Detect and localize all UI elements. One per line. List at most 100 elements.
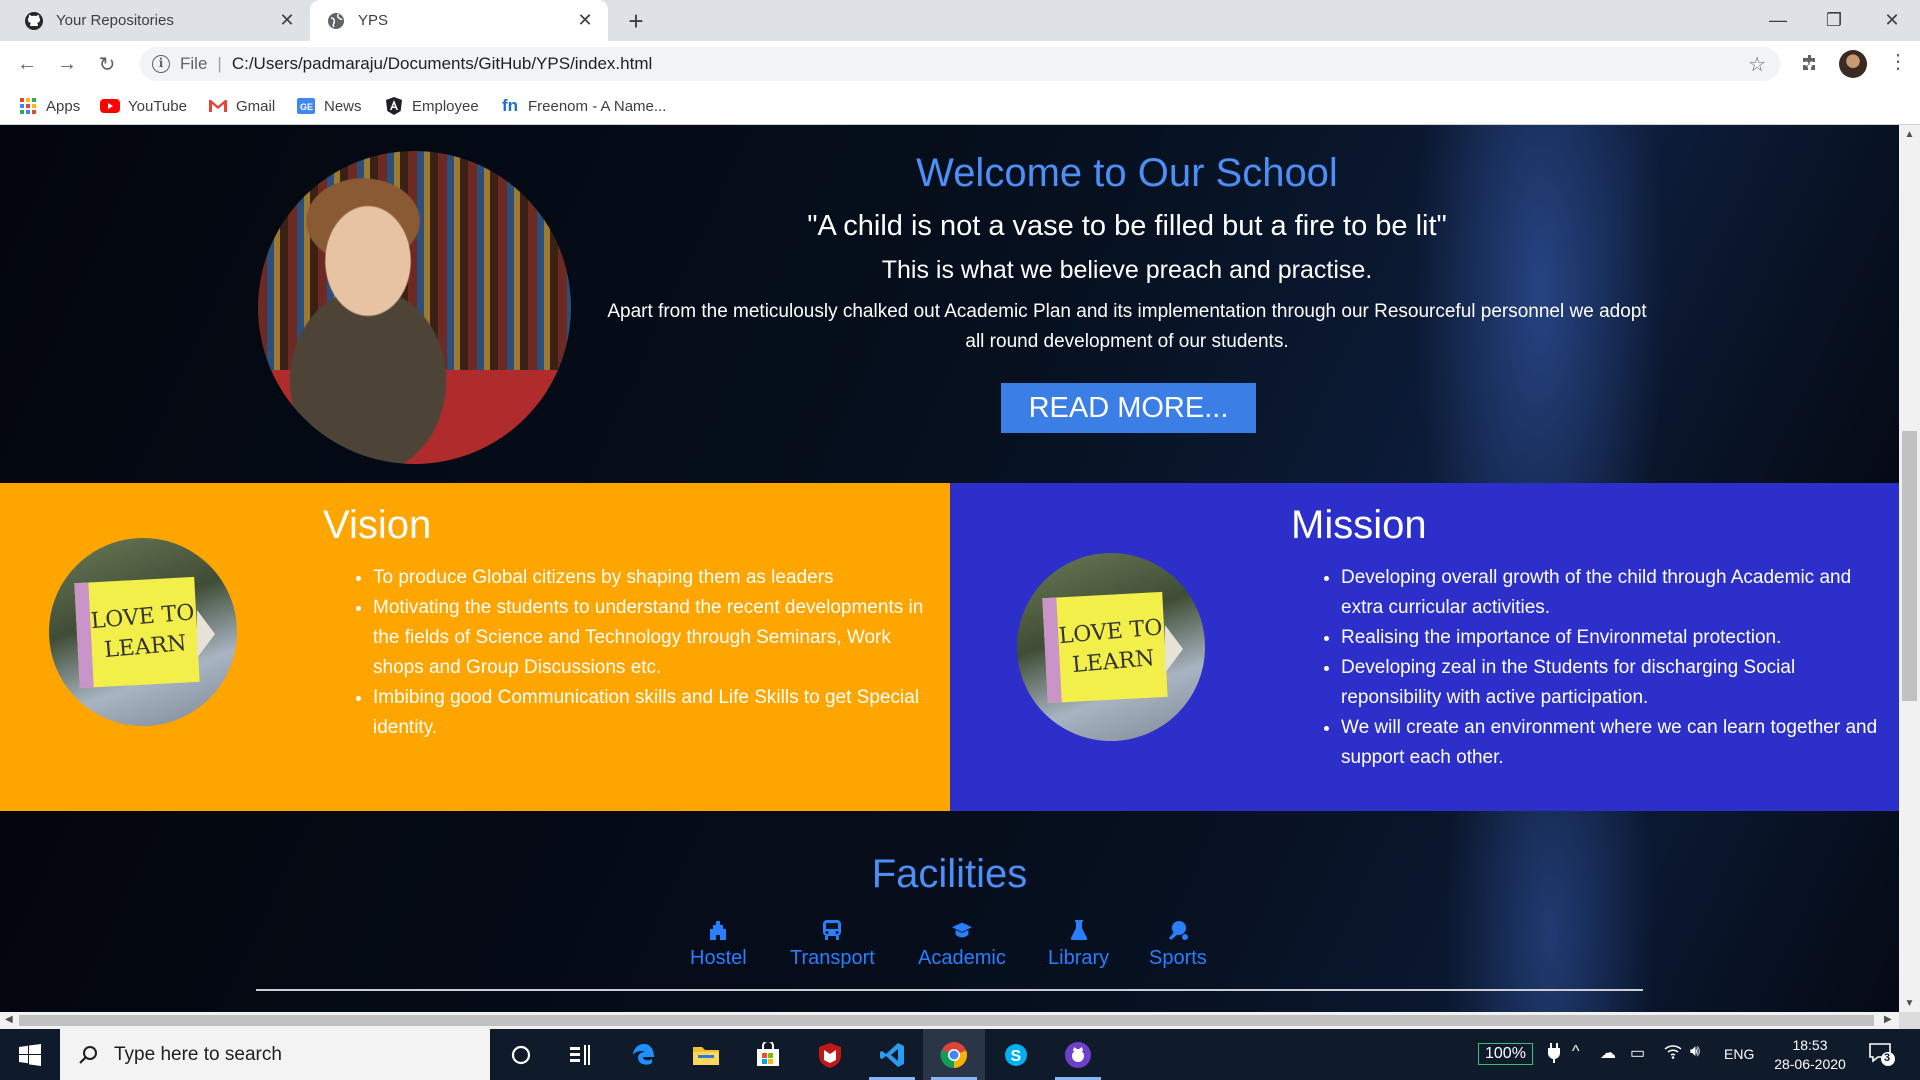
- bookmark-star-icon[interactable]: ☆: [1748, 52, 1766, 77]
- scroll-down-arrow[interactable]: ▼: [1899, 998, 1920, 1009]
- facility-library[interactable]: Library: [1048, 919, 1109, 970]
- globe-icon: [326, 11, 346, 31]
- tab-title: Your Repositories: [56, 12, 174, 29]
- vertical-scroll-thumb[interactable]: [1902, 431, 1917, 701]
- chevron-up-icon[interactable]: ^: [1572, 1043, 1580, 1061]
- close-window-icon[interactable]: ✕: [1864, 0, 1920, 41]
- store-icon[interactable]: [737, 1029, 799, 1080]
- extensions-icon[interactable]: [1800, 53, 1820, 79]
- mcafee-icon[interactable]: [799, 1029, 861, 1080]
- bookmark-news[interactable]: GE News: [296, 95, 362, 117]
- flask-icon: [1068, 919, 1090, 941]
- chrome-icon[interactable]: [923, 1029, 985, 1080]
- scroll-up-arrow[interactable]: ▲: [1899, 129, 1920, 140]
- read-more-button[interactable]: READ MORE...: [1001, 383, 1256, 433]
- tab-yps[interactable]: YPS ✕: [310, 0, 608, 41]
- mission-title: Mission: [1291, 503, 1427, 547]
- search-placeholder: Type here to search: [114, 1043, 282, 1065]
- task-view-icon[interactable]: [550, 1029, 612, 1080]
- file-explorer-icon[interactable]: [675, 1029, 737, 1080]
- github-desktop-icon[interactable]: [1047, 1029, 1109, 1080]
- battery-percentage[interactable]: 100%: [1478, 1043, 1533, 1065]
- search-icon: [76, 1043, 100, 1067]
- welcome-section: Welcome to Our School "A child is not a …: [0, 125, 1899, 483]
- bookmark-employee[interactable]: Employee: [384, 95, 479, 117]
- onedrive-icon[interactable]: ☁: [1600, 1043, 1616, 1063]
- facility-label: Library: [1048, 947, 1110, 969]
- restore-icon[interactable]: ❐: [1806, 0, 1862, 41]
- hostel-icon: [707, 919, 729, 941]
- forward-icon[interactable]: →: [53, 50, 81, 78]
- page-viewport[interactable]: Welcome to Our School "A child is not a …: [0, 125, 1920, 1012]
- new-tab-button[interactable]: +: [620, 8, 652, 34]
- reload-icon[interactable]: ↻: [93, 50, 121, 78]
- bookmark-label: News: [324, 97, 362, 115]
- start-button[interactable]: [0, 1029, 60, 1080]
- windows-taskbar: Type here to search S 100% ^ ☁ ▭ 🔊︎ ENG …: [0, 1029, 1920, 1080]
- clock-date: 28-06-2020: [1774, 1056, 1846, 1072]
- facility-label: Hostel: [690, 947, 747, 969]
- address-bar[interactable]: i File | C:/Users/padmaraju/Documents/Gi…: [140, 47, 1780, 81]
- close-tab-icon[interactable]: ✕: [572, 8, 598, 34]
- vertical-scrollbar[interactable]: ▲ ▼: [1899, 125, 1920, 1012]
- close-tab-icon[interactable]: ✕: [274, 8, 300, 34]
- taskbar-search[interactable]: Type here to search: [60, 1029, 490, 1080]
- bookmark-label: Freenom - A Name...: [528, 97, 667, 115]
- wifi-icon[interactable]: [1664, 1043, 1682, 1064]
- tab-your-repositories[interactable]: Your Repositories ✕: [8, 0, 310, 41]
- minimize-icon[interactable]: —: [1750, 0, 1806, 41]
- back-icon[interactable]: ←: [13, 50, 41, 78]
- love-to-learn-text: LOVE TO LEARN: [1057, 614, 1164, 678]
- cortana-icon[interactable]: [490, 1029, 552, 1080]
- notification-count: 3: [1884, 1052, 1891, 1064]
- notification-center-icon[interactable]: 3: [1868, 1041, 1896, 1067]
- facility-sports[interactable]: Sports: [1149, 919, 1207, 970]
- battery-icon[interactable]: ▭: [1630, 1043, 1645, 1063]
- scrollbar-corner: [1899, 1012, 1920, 1029]
- facility-academic[interactable]: Academic: [918, 919, 1006, 970]
- facilities-title: Facilities: [871, 852, 1028, 896]
- bookmark-youtube[interactable]: YouTube: [100, 95, 187, 117]
- address-scheme: File: [180, 54, 208, 73]
- facility-transport[interactable]: Transport: [790, 919, 875, 970]
- language-indicator[interactable]: ENG: [1724, 1046, 1754, 1062]
- welcome-quote: "A child is not a vase to be filled but …: [807, 210, 1447, 242]
- horizontal-scrollbar[interactable]: ◀ ▶: [0, 1012, 1899, 1029]
- vision-item: Imbibing good Communication skills and L…: [373, 683, 939, 743]
- scroll-right-arrow[interactable]: ▶: [1884, 1014, 1892, 1025]
- apps-grid-icon: [18, 97, 38, 115]
- scroll-left-arrow[interactable]: ◀: [5, 1014, 13, 1025]
- facility-hostel[interactable]: Hostel: [690, 919, 747, 970]
- edge-icon[interactable]: [613, 1029, 675, 1080]
- profile-avatar[interactable]: [1839, 50, 1867, 78]
- pencil-tip: [197, 610, 215, 658]
- mission-item: Developing zeal in the Students for disc…: [1341, 653, 1889, 713]
- bookmark-label: Employee: [412, 97, 479, 115]
- page-content: Welcome to Our School "A child is not a …: [0, 125, 1899, 1012]
- svg-text:GE: GE: [300, 102, 313, 112]
- power-plug-icon[interactable]: [1548, 1043, 1560, 1068]
- love-to-learn-image: LOVE TO LEARN: [1017, 553, 1205, 741]
- facilities-section: Facilities Hostel Transport Academic Lib…: [0, 811, 1899, 1012]
- bus-icon: [821, 919, 843, 941]
- address-url[interactable]: C:/Users/padmaraju/Documents/GitHub/YPS/…: [232, 54, 652, 74]
- gmail-icon: [208, 97, 228, 115]
- love-to-learn-board: LOVE TO LEARN: [74, 576, 200, 689]
- horizontal-scroll-thumb[interactable]: [19, 1015, 1874, 1026]
- volume-icon[interactable]: 🔊︎: [1690, 1043, 1700, 1061]
- windows-logo-icon: [19, 1043, 41, 1066]
- browser-menu-icon[interactable]: ⋮: [1888, 49, 1908, 74]
- bookmark-gmail[interactable]: Gmail: [208, 95, 275, 117]
- facility-label: Transport: [790, 947, 875, 969]
- tab-title: YPS: [358, 12, 389, 29]
- mission-item: Realising the importance of Environmetal…: [1341, 623, 1889, 653]
- address-separator: |: [217, 54, 222, 73]
- svg-text:S: S: [1011, 1048, 1022, 1065]
- system-clock[interactable]: 18:53 28-06-2020: [1770, 1036, 1850, 1074]
- mission-panel: LOVE TO LEARN Mission Developing overall…: [950, 483, 1899, 811]
- info-icon[interactable]: i: [152, 55, 170, 73]
- bookmark-apps[interactable]: Apps: [18, 95, 80, 117]
- vscode-icon[interactable]: [861, 1029, 923, 1080]
- bookmark-freenom[interactable]: fn Freenom - A Name...: [500, 95, 666, 117]
- skype-icon[interactable]: S: [985, 1029, 1047, 1080]
